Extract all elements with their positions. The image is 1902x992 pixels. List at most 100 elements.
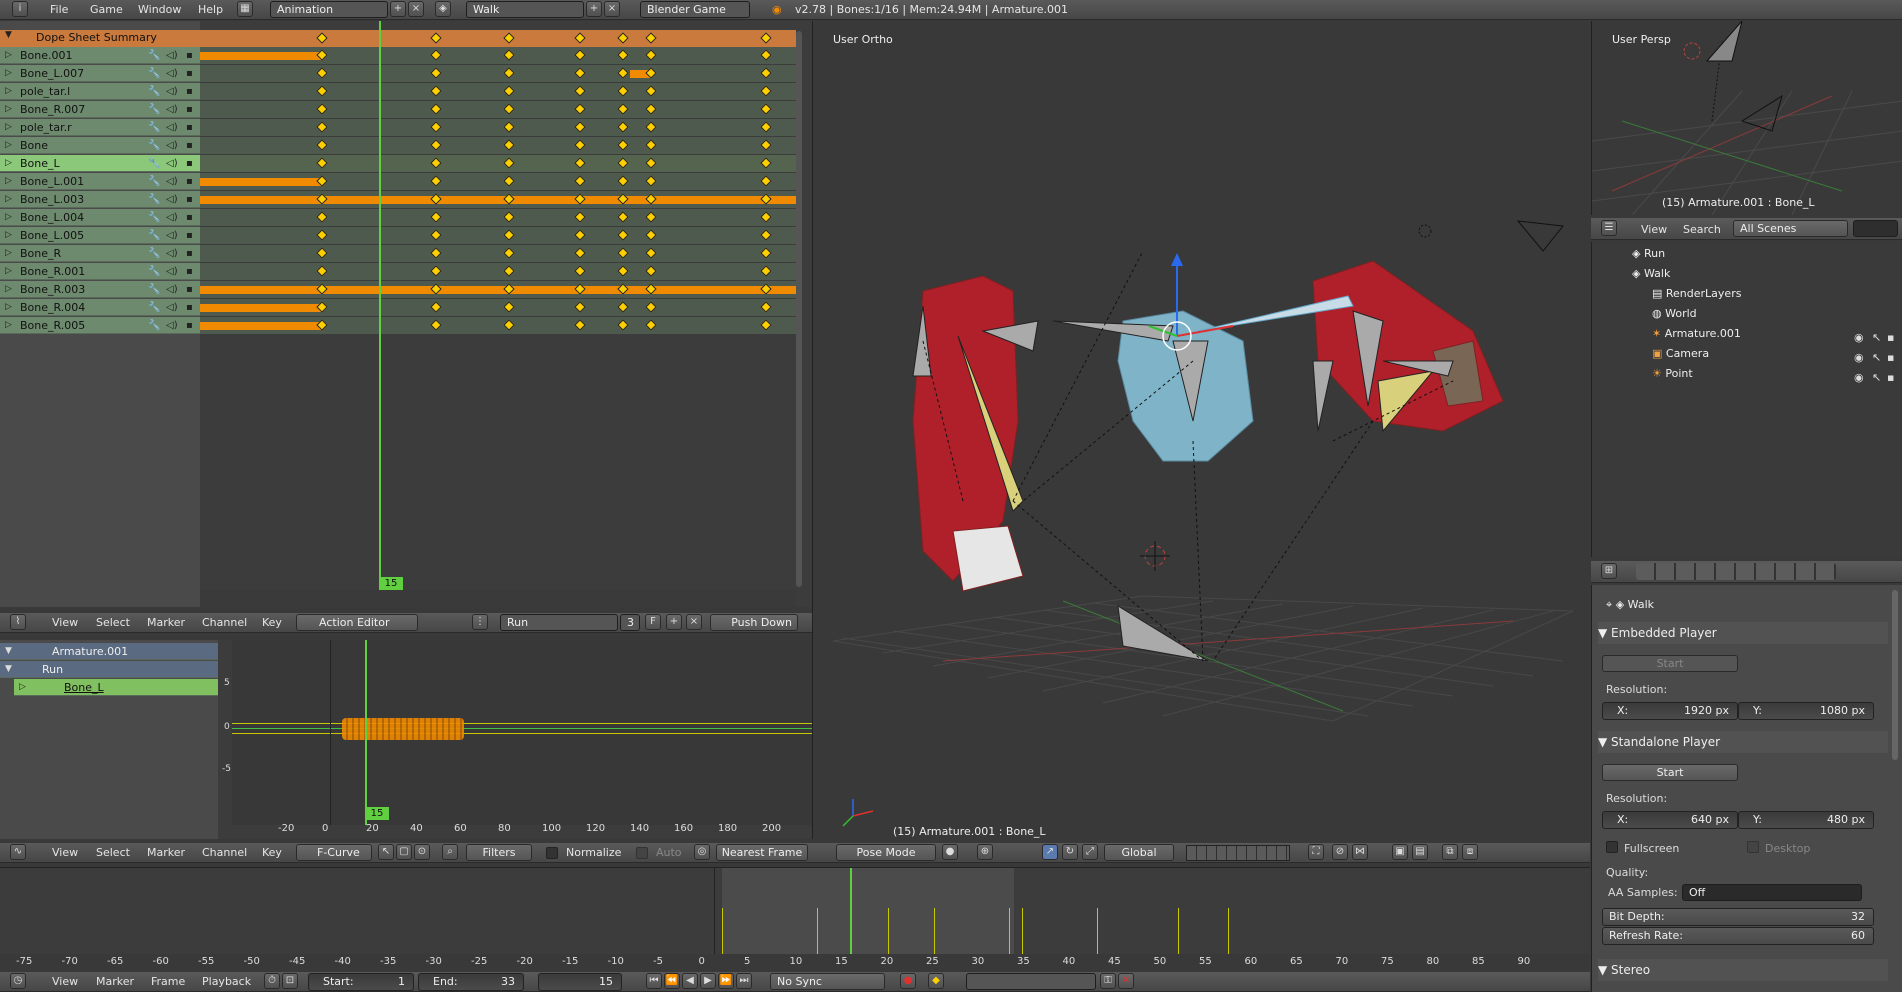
expand-channel-icon[interactable]: ▷ — [5, 83, 12, 100]
embedded-res-x[interactable]: X: 1920 px — [1602, 702, 1738, 720]
preview-range-icon[interactable]: ⏱ — [264, 973, 280, 989]
dopesheet-channel-row[interactable]: ▷ Bone_L.001 🔧 ◁) ▪ — [0, 173, 200, 190]
speaker-icon[interactable]: ◁) — [166, 173, 178, 190]
graph-mode-selector[interactable]: F-Curve — [296, 844, 372, 861]
speaker-icon[interactable]: ◁) — [166, 119, 178, 136]
dopesheet-channel-row[interactable]: ▷ Bone_R 🔧 ◁) ▪ — [0, 245, 200, 262]
speaker-icon[interactable]: ◁) — [166, 65, 178, 82]
current-frame-badge[interactable]: 15 — [379, 577, 403, 590]
graph-frame-badge[interactable]: 15 — [365, 807, 389, 820]
stereo-panel-header[interactable]: ▼ Stereo — [1598, 959, 1888, 981]
visibility-eye-icon[interactable]: ◉ — [1854, 371, 1864, 384]
wrench-icon[interactable]: 🔧 — [148, 227, 160, 244]
desktop-checkbox[interactable] — [1747, 841, 1759, 853]
lock-icon[interactable]: ▪ — [186, 119, 193, 136]
paste-pose-icon[interactable]: ⧈ — [1462, 844, 1478, 860]
ds-menu-view[interactable]: View — [52, 616, 78, 629]
lock-icon[interactable]: ▪ — [186, 137, 193, 154]
standalone-res-x[interactable]: X: 640 px — [1602, 811, 1738, 829]
wrench-icon[interactable]: 🔧 — [148, 101, 160, 118]
lock-icon[interactable]: ▪ — [186, 47, 193, 64]
ghost-icon[interactable]: ▢ — [396, 844, 412, 860]
push-down-button[interactable]: Push Down — [710, 614, 798, 631]
ds-menu-channel[interactable]: Channel — [202, 616, 247, 629]
expand-channel-icon[interactable]: ▷ — [5, 101, 12, 118]
ge-menu-key[interactable]: Key — [262, 846, 282, 859]
outliner-menu-view[interactable]: View — [1641, 223, 1667, 236]
manipulator-translate-icon[interactable]: ↗ — [1042, 844, 1058, 860]
outliner-filter-selector[interactable]: All Scenes — [1733, 220, 1848, 237]
manipulator-rotate-icon[interactable]: ↻ — [1062, 844, 1078, 860]
expand-channel-icon[interactable]: ▷ — [5, 281, 12, 298]
onion-icon[interactable]: ⊘ — [1332, 844, 1348, 860]
speaker-icon[interactable]: ◁) — [166, 47, 178, 64]
lock-layers-icon[interactable]: ⛶ — [1308, 844, 1324, 860]
outliner-item-walk[interactable]: ◈ Walk — [1632, 267, 1670, 280]
wrench-icon[interactable]: 🔧 — [148, 65, 160, 82]
zoom-icon[interactable]: ⌕ — [442, 844, 458, 860]
expand-channel-icon[interactable]: ▷ — [5, 263, 12, 280]
record-icon[interactable]: ● — [900, 973, 916, 989]
timeline-editor-icon[interactable]: ◷ — [10, 973, 26, 989]
screen-layout-icon[interactable]: ▦ — [237, 1, 253, 17]
lock-icon[interactable]: ▪ — [186, 227, 193, 244]
wrench-icon[interactable]: 🔧 — [148, 119, 160, 136]
jump-key-back-icon[interactable]: ⏪ — [664, 973, 680, 989]
ds-menu-select[interactable]: Select — [96, 616, 130, 629]
render-anim-icon[interactable]: ▤ — [1412, 844, 1428, 860]
menu-file[interactable]: File — [50, 3, 68, 16]
mini-viewport[interactable]: User Persp (15) Armature.001 : Bone_L — [1591, 21, 1902, 215]
wrench-icon[interactable]: 🔧 — [148, 209, 160, 226]
select-arrow-icon[interactable]: ↖ — [1872, 351, 1881, 364]
menu-game[interactable]: Game — [90, 3, 123, 16]
lock-icon[interactable]: ▪ — [186, 191, 193, 208]
sync-selector[interactable]: No Sync — [770, 973, 885, 990]
expand-channel-icon[interactable]: ▷ — [5, 227, 12, 244]
wrench-icon[interactable]: 🔧 — [148, 281, 160, 298]
dopesheet-channel-row[interactable]: ▷ Bone_R.004 🔧 ◁) ▪ — [0, 299, 200, 316]
expand-channel-icon[interactable]: ▷ — [5, 119, 12, 136]
outliner-item-camera[interactable]: ▣ Camera — [1652, 347, 1709, 360]
graph-editor-type-icon[interactable]: ∿ — [10, 844, 26, 860]
standalone-res-y[interactable]: Y: 480 px — [1738, 811, 1874, 829]
speaker-icon[interactable]: ◁) — [166, 155, 178, 172]
dopesheet-channel-row[interactable]: ▷ Bone_L.003 🔧 ◁) ▪ — [0, 191, 200, 208]
keying-set-field[interactable] — [966, 973, 1096, 990]
fake-user-button[interactable]: F — [645, 614, 661, 630]
ds-menu-marker[interactable]: Marker — [147, 616, 185, 629]
standalone-start-button[interactable]: Start — [1602, 764, 1738, 781]
expand-channel-icon[interactable]: ▷ — [5, 299, 12, 316]
remove-scene-icon[interactable]: × — [604, 1, 620, 17]
expand-channel-icon[interactable]: ▷ — [5, 317, 12, 334]
lock-icon[interactable]: ▪ — [186, 317, 193, 334]
graph-channel-bone[interactable]: ▷ Bone_L — [14, 679, 218, 696]
dopesheet-channel-row[interactable]: ▷ Bone_L.005 🔧 ◁) ▪ — [0, 227, 200, 244]
outliner-item-run[interactable]: ◈ Run — [1632, 247, 1665, 260]
lock-icon[interactable]: ▪ — [186, 65, 193, 82]
speaker-icon[interactable]: ◁) — [166, 299, 178, 316]
ds-menu-key[interactable]: Key — [262, 616, 282, 629]
dopesheet-channel-row[interactable]: ▷ pole_tar.r 🔧 ◁) ▪ — [0, 119, 200, 136]
expand-channel-icon[interactable]: ▷ — [5, 245, 12, 262]
expand-summary-icon[interactable]: ▼ — [5, 30, 12, 40]
bit-depth-field[interactable]: Bit Depth: 32 — [1602, 908, 1874, 926]
dopesheet-channel-row[interactable]: ▷ Bone 🔧 ◁) ▪ — [0, 137, 200, 154]
select-arrow-icon[interactable]: ↖ — [1872, 331, 1881, 344]
auto-snap-icon[interactable]: ◎ — [694, 844, 710, 860]
lock-icon[interactable]: ▪ — [186, 209, 193, 226]
speaker-icon[interactable]: ◁) — [166, 137, 178, 154]
aa-samples-selector[interactable]: Off — [1682, 884, 1862, 901]
add-scene-icon[interactable]: + — [586, 1, 602, 17]
graph-curve-cluster[interactable] — [342, 718, 464, 740]
outliner-item-world[interactable]: ◍ World — [1652, 307, 1697, 320]
outliner-item-renderlayers[interactable]: ▤ RenderLayers — [1652, 287, 1741, 300]
dopesheet-channel-row[interactable]: ▷ Bone_L 🔧 ◁) ▪ — [0, 155, 200, 172]
dopesheet-channel-row[interactable]: ▷ Bone_L.004 🔧 ◁) ▪ — [0, 209, 200, 226]
visibility-eye-icon[interactable]: ◉ — [1854, 331, 1864, 344]
editor-type-icon[interactable]: ⌇ — [10, 614, 26, 630]
auto-checkbox[interactable] — [636, 847, 648, 859]
render-camera-icon[interactable]: ▪ — [1887, 331, 1894, 344]
snap-selector[interactable]: Nearest Frame — [716, 844, 808, 861]
normalize-checkbox[interactable] — [546, 847, 558, 859]
speaker-icon[interactable]: ◁) — [166, 245, 178, 262]
